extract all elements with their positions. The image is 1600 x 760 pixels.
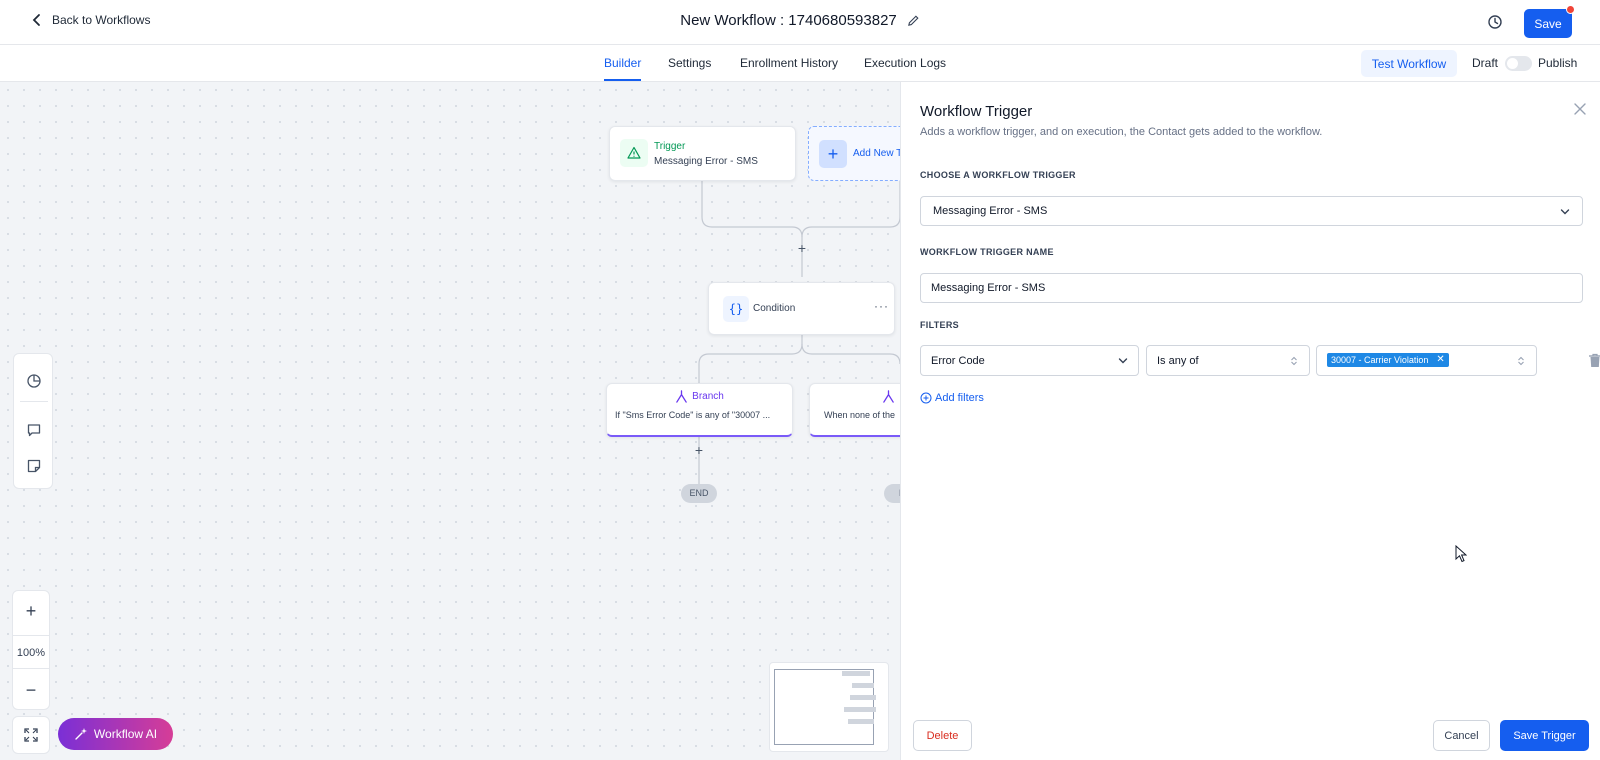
trigger-node[interactable]: Trigger Messaging Error - SMS (609, 126, 796, 181)
filter-field-value: Error Code (931, 355, 985, 367)
add-filters-button[interactable]: Add filters (920, 392, 984, 404)
choose-trigger-label: CHOOSE A WORKFLOW TRIGGER (920, 170, 1076, 180)
chevron-down-icon (1560, 209, 1570, 215)
filters-label: FILTERS (920, 320, 959, 330)
filter-value-select[interactable]: 30007 - Carrier Violation ✕ (1316, 345, 1537, 376)
branch-condition-text: When none of the (824, 410, 896, 420)
save-button[interactable]: Save (1524, 9, 1572, 38)
condition-node-label: Condition (753, 303, 796, 314)
zoom-out-button[interactable]: − (13, 681, 49, 699)
trigger-type-value: Messaging Error - SMS (933, 205, 1048, 217)
filter-row: Error Code Is any of 30007 - Carrier Vio… (920, 345, 1600, 377)
publish-label: Publish (1538, 56, 1578, 70)
branch-node-none[interactable]: When none of the (809, 383, 900, 437)
minimap-node (844, 707, 876, 712)
plus-circle-icon (920, 392, 932, 404)
workflow-canvas[interactable]: Trigger Messaging Error - SMS + Add New … (0, 82, 900, 760)
braces-icon: {} (723, 296, 749, 322)
workflow-ai-label: Workflow AI (93, 727, 158, 741)
back-label: Back to Workflows (52, 13, 151, 27)
plus-icon: + (819, 140, 847, 168)
minimap[interactable] (769, 662, 889, 752)
draft-label: Draft (1472, 56, 1499, 70)
add-step-plus-icon[interactable]: + (693, 443, 705, 457)
remove-tag-icon[interactable]: ✕ (1436, 353, 1444, 367)
save-trigger-button[interactable]: Save Trigger (1500, 720, 1589, 751)
trigger-name-input[interactable] (920, 273, 1583, 303)
warning-triangle-icon (620, 139, 648, 167)
mouse-cursor-icon (1455, 545, 1467, 563)
minimap-node (842, 671, 870, 676)
divider (20, 401, 48, 402)
trigger-node-label: Trigger (654, 141, 686, 152)
branch-header (810, 390, 900, 403)
top-bar: Back to Workflows New Workflow : 1740680… (0, 0, 1600, 45)
branch-icon (676, 390, 687, 403)
tab-execution-logs[interactable]: Execution Logs (864, 56, 946, 70)
chevron-left-icon (32, 14, 40, 26)
delete-button[interactable]: Delete (913, 720, 972, 751)
sparkle-icon (75, 728, 87, 740)
add-new-trigger-node[interactable]: + Add New T (808, 126, 900, 181)
back-to-workflows-link[interactable]: Back to Workflows (30, 13, 150, 27)
tab-settings[interactable]: Settings (668, 56, 711, 70)
panel-title: Workflow Trigger (920, 103, 1033, 120)
fit-to-screen-button[interactable] (12, 716, 50, 754)
panel-description: Adds a workflow trigger, and on executio… (920, 126, 1323, 138)
filter-field-select[interactable]: Error Code (920, 345, 1139, 376)
tab-enrollment-history[interactable]: Enrollment History (740, 56, 838, 70)
trigger-name-label: WORKFLOW TRIGGER NAME (920, 247, 1054, 257)
condition-node[interactable]: {} Condition ··· (708, 282, 895, 335)
workflow-ai-button[interactable]: Workflow AI (58, 718, 173, 750)
zoom-in-button[interactable]: + (13, 602, 49, 620)
unsaved-indicator-dot (1566, 5, 1575, 14)
cancel-button[interactable]: Cancel (1433, 720, 1490, 751)
workflow-title-wrap: New Workflow : 1740680593827 (0, 12, 1600, 29)
trash-icon[interactable] (1588, 353, 1600, 368)
close-icon[interactable] (1573, 102, 1587, 116)
comment-icon[interactable] (26, 422, 42, 438)
branch-node[interactable]: Branch If "Sms Error Code" is any of "30… (606, 383, 793, 437)
trigger-type-select[interactable]: Messaging Error - SMS (920, 196, 1583, 226)
minimap-node (850, 695, 876, 700)
publish-toggle[interactable] (1505, 56, 1532, 71)
filter-operator-value: Is any of (1157, 355, 1199, 367)
minimap-node (848, 719, 874, 724)
history-icon[interactable] (1487, 14, 1503, 30)
active-tab-indicator (604, 79, 641, 81)
pie-chart-icon[interactable] (26, 373, 42, 389)
end-marker: END (681, 484, 717, 503)
add-step-plus-icon[interactable]: + (796, 241, 808, 255)
filter-operator-select[interactable]: Is any of (1146, 345, 1310, 376)
chevron-down-icon (1118, 358, 1128, 364)
branch-icon (883, 390, 894, 403)
tabs-bar: Builder Settings Enrollment History Exec… (0, 45, 1600, 82)
trigger-node-subtitle: Messaging Error - SMS (654, 156, 758, 167)
workflow-title: New Workflow : 1740680593827 (680, 12, 897, 29)
filter-value-tag: 30007 - Carrier Violation ✕ (1327, 353, 1449, 367)
toggle-knob (1507, 58, 1518, 69)
zoom-level: 100% (13, 635, 49, 669)
sort-arrows-icon (1518, 356, 1524, 366)
zoom-controls: + 100% − (12, 590, 50, 710)
expand-icon (24, 728, 38, 742)
pencil-icon[interactable] (907, 14, 920, 27)
tag-label: 30007 - Carrier Violation (1331, 355, 1429, 365)
end-marker: E (884, 484, 900, 503)
test-workflow-button[interactable]: Test Workflow (1361, 50, 1457, 77)
branch-label: Branch (692, 391, 724, 402)
add-filters-label: Add filters (935, 392, 984, 404)
branch-header: Branch (607, 390, 792, 403)
branch-condition-text: If "Sms Error Code" is any of "30007 ... (615, 410, 771, 420)
more-options-icon[interactable]: ··· (874, 299, 889, 313)
sticky-note-icon[interactable] (26, 458, 42, 474)
canvas-side-toolbar (13, 353, 53, 489)
tab-builder[interactable]: Builder (604, 56, 641, 70)
minimap-node (852, 683, 874, 688)
workflow-trigger-panel: Workflow Trigger Adds a workflow trigger… (900, 82, 1600, 760)
sort-arrows-icon (1291, 356, 1297, 366)
add-new-trigger-label: Add New T (853, 148, 900, 159)
